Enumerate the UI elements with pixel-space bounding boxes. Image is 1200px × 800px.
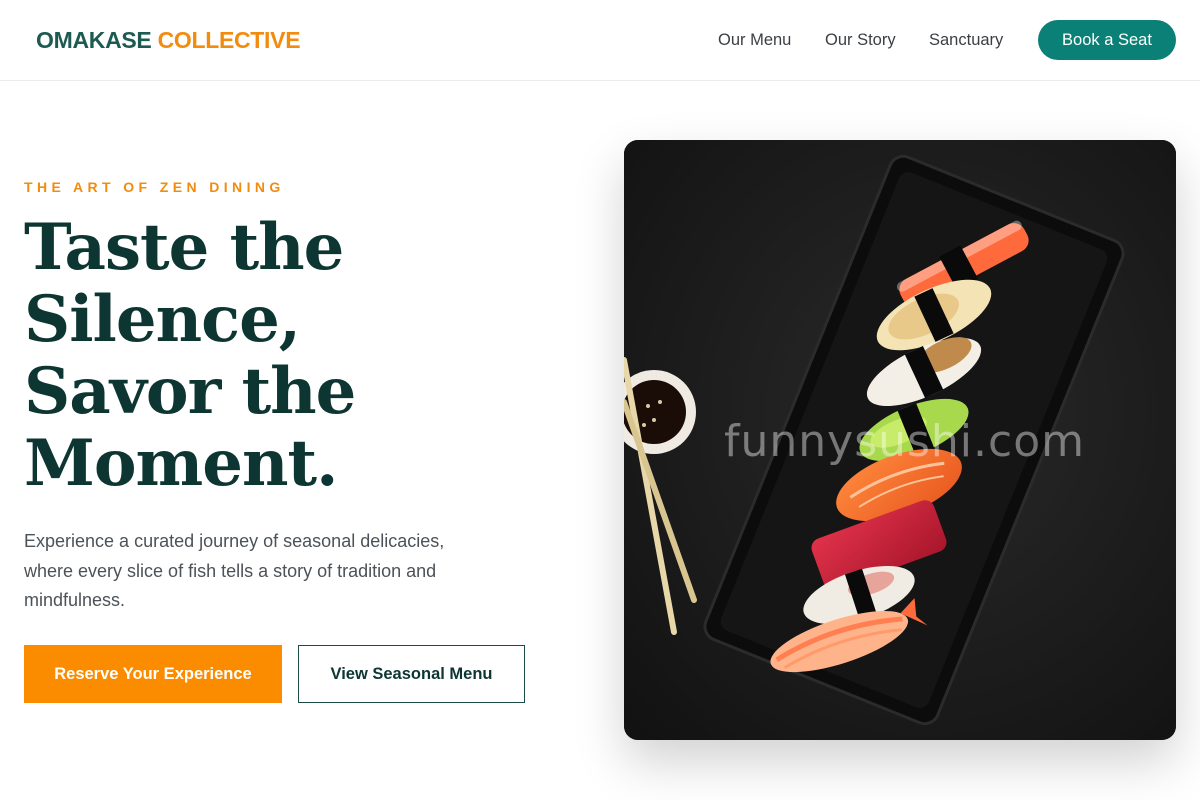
nav-sanctuary[interactable]: Sanctuary <box>929 29 1003 51</box>
view-seasonal-menu-button[interactable]: View Seasonal Menu <box>298 645 525 703</box>
image-watermark: funnysushi.com <box>724 416 1085 467</box>
logo-text-primary: OMAKASE <box>36 27 152 53</box>
headline-line: Taste the <box>24 210 344 285</box>
nav-our-menu[interactable]: Our Menu <box>718 29 791 51</box>
site-logo[interactable]: OMAKASE COLLECTIVE <box>36 26 301 54</box>
book-seat-button[interactable]: Book a Seat <box>1038 20 1176 60</box>
hero-eyebrow: THE ART OF ZEN DINING <box>24 179 285 195</box>
nav-our-story[interactable]: Our Story <box>825 29 896 51</box>
headline-line: Moment. <box>24 426 338 501</box>
site-header: OMAKASE COLLECTIVE Our Menu Our Story Sa… <box>0 0 1200 81</box>
hero-headline: Taste the Silence, Savor the Moment. <box>24 212 444 500</box>
reserve-experience-button[interactable]: Reserve Your Experience <box>24 645 282 703</box>
hero-sushi-image: funnysushi.com <box>624 140 1176 740</box>
hero-description: Experience a curated journey of seasonal… <box>24 531 445 610</box>
logo-text-accent: COLLECTIVE <box>157 27 301 53</box>
headline-line: Savor the <box>24 354 356 429</box>
headline-line: Silence, <box>24 282 301 357</box>
